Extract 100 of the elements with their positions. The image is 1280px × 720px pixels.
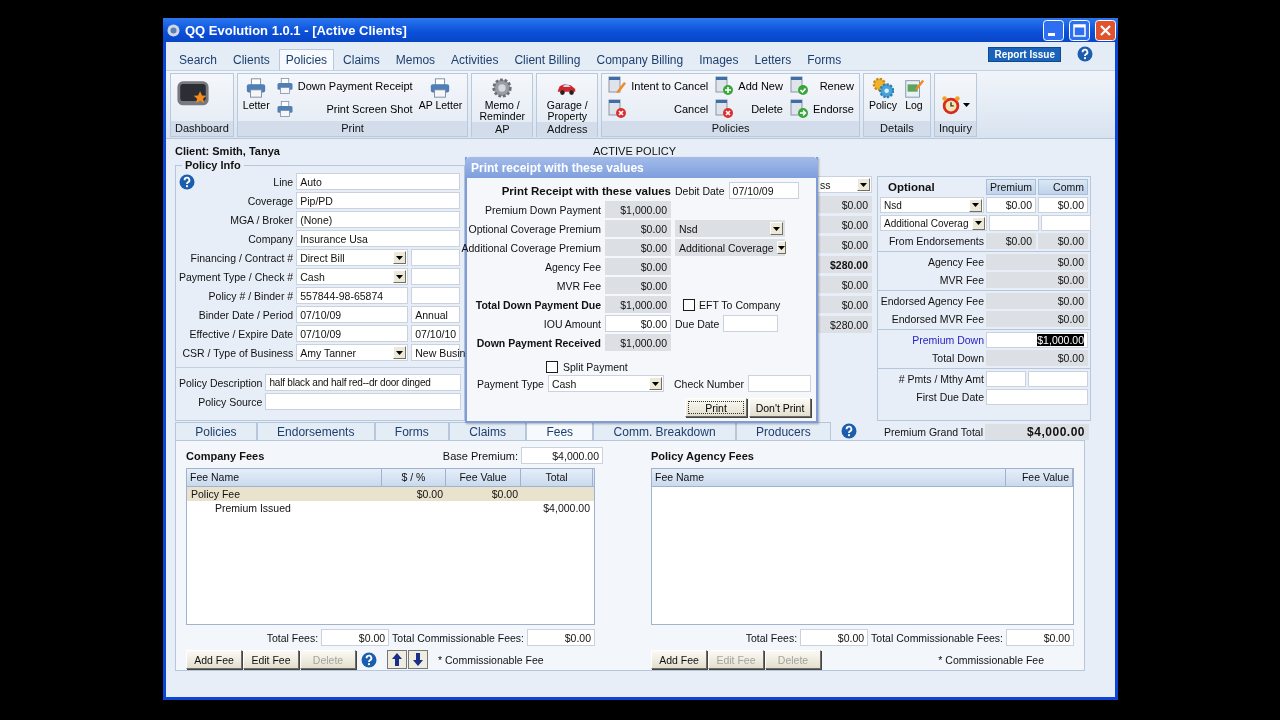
group-label: AP <box>472 122 533 137</box>
column-header[interactable]: Fee Value <box>1006 469 1073 486</box>
field-label: Policy Description <box>179 376 263 389</box>
report-issue-button[interactable]: Report Issue <box>988 46 1061 62</box>
dropdown[interactable]: Nsd <box>880 197 984 213</box>
text-field[interactable]: 07/10/09 <box>728 182 799 199</box>
column-header[interactable]: $ / % <box>382 469 446 486</box>
text-field[interactable]: 07/10/09 <box>296 325 409 342</box>
readonly-field: $0.00 <box>818 276 872 293</box>
footnote: * Commissionable Fee <box>438 653 544 666</box>
text-field[interactable]: 557844-98-65874 <box>296 287 409 304</box>
text-field[interactable]: $0.00 <box>527 629 595 646</box>
ribbon-button[interactable]: Intent to Cancel <box>605 74 711 97</box>
column-header[interactable]: Fee Name <box>187 469 382 486</box>
ribbon-button[interactable]: Memo / Reminder <box>475 74 530 122</box>
column-header[interactable]: Fee Value <box>446 469 521 486</box>
ribbon-button[interactable]: Endorse <box>786 98 856 121</box>
dialog-button[interactable]: Don't Print <box>749 398 811 417</box>
menu-tab[interactable]: Policies <box>278 49 335 70</box>
text-field[interactable]: $0.00 <box>1006 629 1074 646</box>
text-field[interactable]: $0.00 <box>800 629 869 646</box>
ribbon-button[interactable]: Cancel <box>605 98 711 121</box>
field-label: CSR / Type of Business <box>182 346 294 359</box>
field-label: Debit Date <box>675 184 725 197</box>
tab[interactable]: Endorsements <box>256 422 375 440</box>
column-header[interactable]: Fee Name <box>652 469 1006 486</box>
panel-title: Policy Info <box>184 159 242 171</box>
dropdown[interactable]: Cash <box>296 268 409 285</box>
field-label: Total Down Payment Due <box>475 298 601 311</box>
field-label: Binder Date / Period <box>198 308 294 321</box>
readonly-field: $0.00 <box>605 277 671 294</box>
ribbon-button[interactable]: Delete <box>712 98 785 121</box>
text-field[interactable]: $0.00 <box>321 629 390 646</box>
menu-tab[interactable]: Claims <box>336 49 387 70</box>
table-row[interactable]: Premium Issued $4,000.00 <box>187 501 594 515</box>
text-field[interactable]: 07/10/10 <box>411 325 461 342</box>
menu-tab[interactable]: Memos <box>388 49 443 70</box>
checkbox-label: EFT To Company <box>699 298 781 311</box>
column-header[interactable]: Total <box>521 469 593 486</box>
text-field[interactable]: (None) <box>296 211 461 228</box>
ribbon-button[interactable]: Garage / Property <box>540 74 595 122</box>
text-field[interactable]: Pip/PD <box>296 192 461 209</box>
tab[interactable]: Policies <box>175 422 257 440</box>
menu-tab[interactable]: Activities <box>444 49 506 70</box>
ribbon-button[interactable]: Renew <box>786 74 856 97</box>
text-field[interactable]: $4,000.00 <box>521 447 603 464</box>
dropdown[interactable]: Direct Bill <box>296 249 409 266</box>
menu-tab[interactable]: Clients <box>226 49 277 70</box>
text-field[interactable]: Annual <box>411 306 461 323</box>
tab[interactable]: Forms <box>374 422 450 440</box>
ribbon-button[interactable]: Add New <box>712 74 785 97</box>
table-cell-text: $4,000.00 <box>542 502 591 514</box>
dialog-button[interactable]: Print <box>685 398 747 417</box>
table-row[interactable]: Policy Fee $0.00 $0.00 <box>187 487 594 501</box>
dropdown[interactable]: Additional Coverage <box>675 239 785 256</box>
menu-tab[interactable]: Company Billing <box>589 49 691 70</box>
field-label: Additional Coverage Premium <box>461 241 601 254</box>
field-label: Agency Fee <box>544 260 601 273</box>
text-field[interactable]: half black and half red--dr door dinged <box>265 374 461 391</box>
ribbon-button[interactable]: Letter <box>240 74 272 121</box>
fee-button[interactable]: Add Fee <box>186 650 242 669</box>
dropdown[interactable]: Amy Tanner <box>296 344 409 361</box>
menu-tab[interactable]: Letters <box>747 49 799 70</box>
field-label: Payment Type <box>477 377 544 390</box>
tab[interactable]: Claims <box>449 422 527 440</box>
fee-button[interactable]: Edit Fee <box>243 650 299 669</box>
menu-tab[interactable]: Images <box>692 49 746 70</box>
text-field[interactable]: $0.00 <box>986 197 1036 213</box>
dropdown[interactable]: ss <box>816 176 872 193</box>
field-label: Endorsed MVR Fee <box>891 313 984 325</box>
ribbon-button[interactable]: Print Screen Shot <box>273 99 415 120</box>
dropdown[interactable]: Nsd <box>675 220 785 237</box>
readonly-field: $0.00 <box>818 296 872 313</box>
fee-button[interactable]: Add Fee <box>651 650 707 669</box>
panel-title: Policy Agency Fees <box>651 449 754 462</box>
group-label: Print <box>237 121 468 136</box>
menu-tab[interactable]: Search <box>172 49 225 70</box>
text-field[interactable]: Insurance Usa <box>296 230 461 247</box>
readonly-field: $0.00 <box>605 220 671 237</box>
readonly-field: $0.00 <box>986 254 1088 270</box>
text-field[interactable]: $0.00 <box>605 315 671 332</box>
field-label: Due Date <box>675 317 720 330</box>
menu-tab[interactable]: Forms <box>800 49 849 70</box>
field-label: MVR Fee <box>939 274 984 286</box>
menu-tab[interactable]: Client Billing <box>507 49 588 70</box>
dropdown[interactable]: Additional Coverag <box>880 215 987 231</box>
text-field[interactable]: $1,000.00 <box>986 332 1088 348</box>
dropdown[interactable]: Cash <box>547 375 664 392</box>
text-field[interactable]: $0.00 <box>1038 197 1088 213</box>
text-field[interactable]: 07/10/09 <box>296 306 409 323</box>
field-label: MGA / Broker <box>230 213 294 226</box>
readonly-field: $0.00 <box>986 272 1088 288</box>
ribbon-button[interactable]: Policy <box>866 74 899 121</box>
table-cell-text: $0.00 <box>415 488 444 500</box>
ribbon-button[interactable]: Log <box>900 74 927 121</box>
ribbon-button[interactable]: Down Payment Receipt <box>273 75 415 96</box>
group-label: Address <box>537 122 598 137</box>
group-label: Details <box>863 121 930 136</box>
ribbon-button[interactable]: AP Letter <box>416 74 465 121</box>
text-field[interactable]: Auto <box>296 173 461 190</box>
